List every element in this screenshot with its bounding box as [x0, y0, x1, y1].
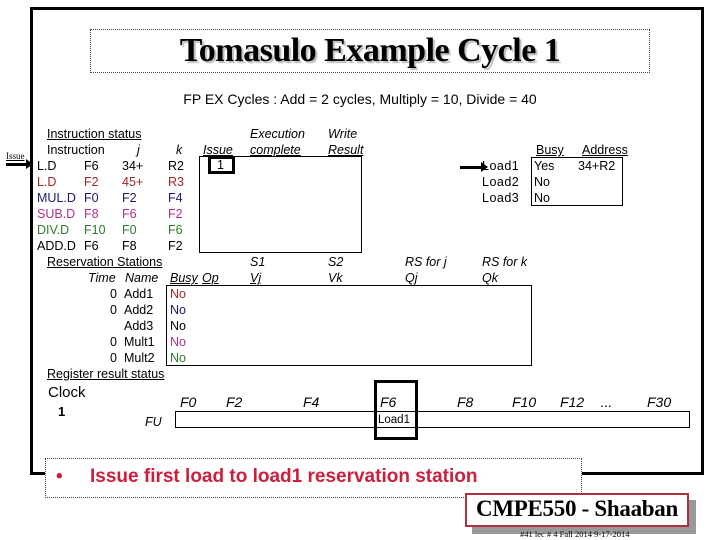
rs-busy: No [170, 335, 186, 349]
slide-footer: #41 lec # 4 Fall 2014 9-17-2014 [520, 529, 630, 539]
reservation-stations-heading: Reservation Stations [47, 255, 163, 269]
instr-op: L.D [37, 175, 57, 189]
load-busy: Yes [534, 159, 555, 173]
load-busy: No [534, 175, 550, 189]
instr-k: F4 [168, 191, 183, 205]
instr-j: F8 [122, 239, 137, 253]
register-label: ... [600, 394, 612, 410]
title-box: Tomasulo Example Cycle 1 [90, 29, 650, 73]
instr-op: L.D [37, 159, 57, 173]
fu-label: FU [145, 415, 162, 429]
instr-k: R3 [168, 175, 184, 189]
rs-time: 0 [110, 335, 117, 349]
instr-dest: F6 [84, 159, 99, 173]
instr-op: DIV.D [37, 223, 70, 237]
instruction-status-heading: Instruction status [47, 127, 142, 141]
rs-name: Mult1 [124, 335, 155, 349]
slide-title: Tomasulo Example Cycle 1 [179, 32, 561, 69]
instr-k: F2 [168, 207, 183, 221]
instr-dest: F10 [84, 223, 106, 237]
register-label: F12 [560, 394, 585, 410]
instr-j: 45+ [122, 175, 144, 189]
register-label: F2 [226, 394, 243, 410]
col-j: j [137, 143, 140, 157]
register-label: F30 [647, 394, 672, 410]
rs-col-s2: S2 [328, 255, 344, 269]
course-badge: CMPE550 - Shaaban [465, 493, 689, 527]
load-name: Load2 [482, 175, 520, 189]
load-address: 34+R2 [578, 159, 616, 173]
load-col-address: Address [582, 143, 628, 157]
bullet-icon: • [56, 466, 63, 487]
instr-k: F6 [168, 223, 183, 237]
rs-col-time: Time [88, 271, 116, 285]
rs-busy: No [170, 287, 186, 301]
rs-col-qj: Qj [405, 271, 418, 285]
issue-cell-value: 1 [217, 158, 224, 172]
register-label: F6 [380, 394, 397, 410]
clock-label: Clock [48, 384, 86, 401]
col-write-1: Write [328, 127, 358, 141]
rs-col-rsj: RS for j [405, 255, 447, 269]
reservation-stations-box [166, 285, 532, 366]
rs-time: 0 [110, 303, 117, 317]
instr-dest: F6 [84, 239, 99, 253]
rs-col-vk: Vk [328, 271, 343, 285]
instr-dest: F0 [84, 191, 99, 205]
load-name: Load3 [482, 191, 520, 205]
rs-busy: No [170, 351, 186, 365]
col-exec-1: Execution [250, 127, 305, 141]
rs-name: Mult2 [124, 351, 155, 365]
instr-k: F2 [168, 239, 183, 253]
instr-dest: F2 [84, 175, 99, 189]
fp-cycles-subtitle: FP EX Cycles : Add = 2 cycles, Multiply … [183, 91, 537, 107]
rs-name: Add2 [124, 303, 154, 317]
col-k: k [176, 143, 183, 157]
load-name: Load1 [482, 159, 520, 173]
issue-pointer-label: Issue [6, 151, 25, 161]
load-col-busy: Busy [536, 143, 564, 157]
clock-value: 1 [58, 404, 66, 419]
bullet-text: Issue first load to load1 reservation st… [90, 466, 478, 487]
rs-time: 0 [110, 351, 117, 365]
instr-op: ADD.D [37, 239, 76, 253]
instr-j: 34+ [122, 159, 144, 173]
register-label: F10 [512, 394, 537, 410]
register-fu-value: Load1 [378, 414, 410, 426]
instr-j: F2 [122, 191, 137, 205]
register-label: F0 [180, 394, 197, 410]
rs-busy: No [170, 319, 186, 333]
rs-col-op: Op [202, 271, 219, 285]
register-label: F4 [303, 394, 320, 410]
instr-op: SUB.D [37, 207, 76, 221]
rs-time: 0 [110, 287, 117, 301]
rs-busy: No [170, 303, 186, 317]
bullet-box: • Issue first load to load1 reservation … [45, 458, 582, 498]
rs-col-rsk: RS for k [482, 255, 528, 269]
rs-name: Add1 [124, 287, 154, 301]
register-fu-box [175, 411, 690, 428]
rs-col-vj: Vj [250, 271, 262, 285]
issue-arrow-icon [6, 159, 33, 169]
rs-col-name: Name [125, 271, 159, 285]
rs-col-qk: Qk [482, 271, 498, 285]
rs-col-busy: Busy [170, 271, 198, 285]
f6-highlight [374, 380, 418, 440]
load-busy: No [534, 191, 550, 205]
course-badge-text: CMPE550 - Shaaban [476, 496, 678, 521]
col-instruction: Instruction [47, 143, 105, 157]
instr-op: MUL.D [37, 191, 76, 205]
rs-col-s1: S1 [250, 255, 266, 269]
instr-k: R2 [168, 159, 184, 173]
load1-arrow-icon [460, 162, 488, 172]
instr-j: F0 [122, 223, 137, 237]
instr-j: F6 [122, 207, 137, 221]
instr-dest: F8 [84, 207, 99, 221]
register-status-heading: Register result status [47, 367, 165, 381]
rs-name: Add3 [124, 319, 154, 333]
register-label: F8 [457, 394, 474, 410]
